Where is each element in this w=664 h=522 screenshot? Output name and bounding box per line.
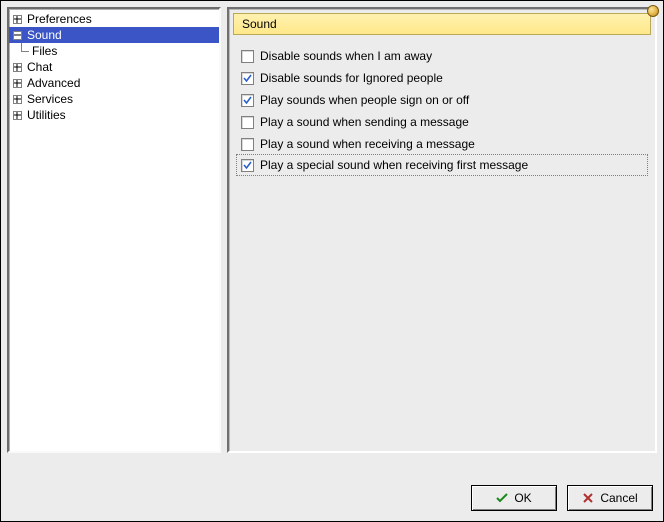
tree-branch-icon <box>13 43 31 59</box>
option-row[interactable]: Play sounds when people sign on or off <box>237 89 647 111</box>
tree-item-chat[interactable]: Chat <box>9 59 219 75</box>
dialog-content: Preferences Sound Files Chat Advanced Service… <box>7 7 657 453</box>
tree-item-services[interactable]: Services <box>9 91 219 107</box>
tree-item-sound[interactable]: Sound <box>9 27 219 43</box>
panel-title-text: Sound <box>242 17 277 31</box>
tree-item-preferences[interactable]: Preferences <box>9 11 219 27</box>
close-icon[interactable] <box>647 5 659 17</box>
option-row[interactable]: Play a sound when sending a message <box>237 111 647 133</box>
expand-icon[interactable] <box>13 15 22 24</box>
panel-title: Sound <box>233 13 651 35</box>
checkbox[interactable] <box>241 94 254 107</box>
tree-item-label: Sound <box>26 28 62 42</box>
tree-item-label: Preferences <box>26 12 92 26</box>
tree-item-label: Files <box>31 44 57 58</box>
option-label: Play a sound when sending a message <box>260 115 469 129</box>
checkbox[interactable] <box>241 138 254 151</box>
cancel-button[interactable]: Cancel <box>567 485 653 511</box>
check-icon <box>496 492 508 504</box>
category-tree[interactable]: Preferences Sound Files Chat Advanced Service… <box>7 7 221 453</box>
expand-icon[interactable] <box>13 79 22 88</box>
checkbox[interactable] <box>241 50 254 63</box>
tree-item-utilities[interactable]: Utilities <box>9 107 219 123</box>
checkbox[interactable] <box>241 72 254 85</box>
option-label: Play a sound when receiving a message <box>260 137 475 151</box>
tree-item-files[interactable]: Files <box>9 43 219 59</box>
cancel-button-label: Cancel <box>600 491 637 505</box>
tree-item-advanced[interactable]: Advanced <box>9 75 219 91</box>
option-row[interactable]: Disable sounds when I am away <box>237 45 647 67</box>
dialog-buttons: OK Cancel <box>471 485 653 511</box>
options-list: Disable sounds when I am away Disable sou… <box>233 35 651 176</box>
settings-panel: Sound Disable sounds when I am awayDisab… <box>227 7 657 453</box>
tree-item-label: Chat <box>26 60 52 74</box>
option-label: Play sounds when people sign on or off <box>260 93 469 107</box>
tree-item-label: Advanced <box>26 76 80 90</box>
ok-button-label: OK <box>514 491 531 505</box>
option-label: Disable sounds for Ignored people <box>260 71 443 85</box>
checkbox[interactable] <box>241 159 254 172</box>
checkbox[interactable] <box>241 116 254 129</box>
expand-icon[interactable] <box>13 63 22 72</box>
expand-icon[interactable] <box>13 95 22 104</box>
tree-item-label: Services <box>26 92 73 106</box>
collapse-icon[interactable] <box>13 31 22 40</box>
expand-icon[interactable] <box>13 111 22 120</box>
ok-button[interactable]: OK <box>471 485 557 511</box>
option-label: Disable sounds when I am away <box>260 49 432 63</box>
tree-item-label: Utilities <box>26 108 66 122</box>
option-row[interactable]: Play a special sound when receiving firs… <box>236 154 648 176</box>
option-label: Play a special sound when receiving firs… <box>260 158 528 172</box>
x-icon <box>582 492 594 504</box>
option-row[interactable]: Disable sounds for Ignored people <box>237 67 647 89</box>
preferences-dialog: Preferences Sound Files Chat Advanced Service… <box>0 0 664 522</box>
option-row[interactable]: Play a sound when receiving a message <box>237 133 647 155</box>
